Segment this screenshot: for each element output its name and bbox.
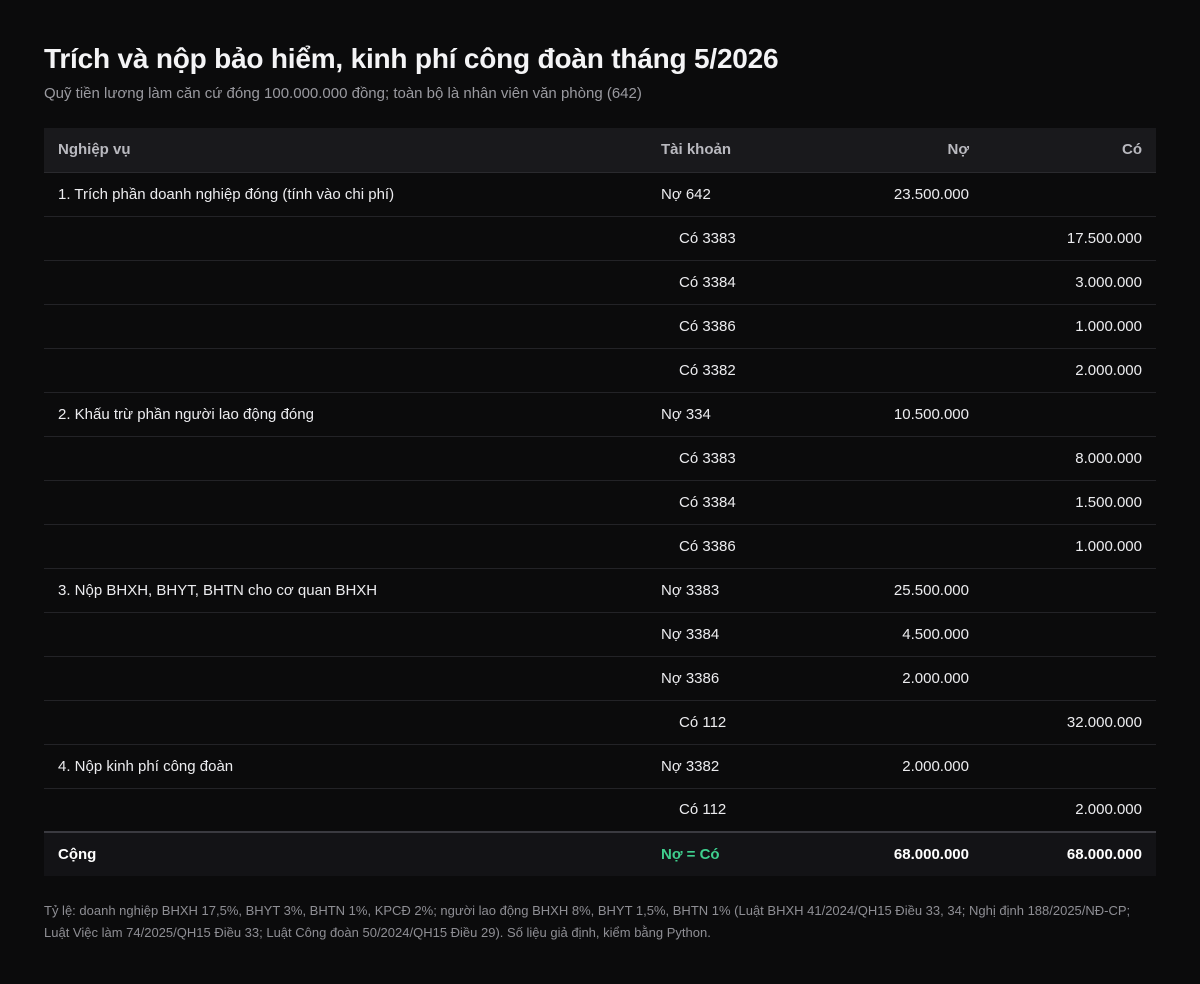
total-credit: 68.000.000 xyxy=(983,831,1156,876)
entry-account: Nợ 3383 xyxy=(647,568,787,613)
column-header-debit: Nợ xyxy=(787,128,983,173)
table-row: Có 3386 1.000.000 xyxy=(44,304,1156,349)
entry-credit-amount: 1.000.000 xyxy=(983,524,1156,569)
entry-debit-amount: 2.000.000 xyxy=(787,656,983,701)
entry-debit-amount xyxy=(787,216,983,261)
entry-description: 2. Khấu trừ phần người lao động đóng xyxy=(44,392,647,437)
entry-debit-amount xyxy=(787,524,983,569)
journal-body: 1. Trích phần doanh nghiệp đóng (tính và… xyxy=(44,172,1156,876)
entry-credit-amount xyxy=(983,172,1156,217)
entry-account: Có 3384 xyxy=(647,480,787,525)
table-row: Nợ 3384 4.500.000 xyxy=(44,612,1156,657)
entry-credit-amount: 17.500.000 xyxy=(983,216,1156,261)
entry-credit-amount: 3.000.000 xyxy=(983,260,1156,305)
entry-debit-amount xyxy=(787,436,983,481)
entry-account: Nợ 3386 xyxy=(647,656,787,701)
entry-description xyxy=(44,700,647,745)
entry-description xyxy=(44,436,647,481)
entry-description xyxy=(44,788,647,833)
entry-description xyxy=(44,656,647,701)
column-header-description: Nghiệp vụ xyxy=(44,128,647,173)
entry-account: Nợ 3382 xyxy=(647,744,787,789)
entry-description xyxy=(44,304,647,349)
table-row: Có 3383 17.500.000 xyxy=(44,216,1156,261)
table-row: Có 112 32.000.000 xyxy=(44,700,1156,745)
entry-credit-amount: 1.500.000 xyxy=(983,480,1156,525)
entry-credit-amount xyxy=(983,612,1156,657)
table-header-row: Nghiệp vụ Tài khoản Nợ Có xyxy=(44,128,1156,173)
column-header-account: Tài khoản xyxy=(647,128,787,173)
entry-credit-amount xyxy=(983,392,1156,437)
entry-debit-amount: 4.500.000 xyxy=(787,612,983,657)
total-debit: 68.000.000 xyxy=(787,831,983,876)
entry-account: Có 3383 xyxy=(647,436,787,481)
page-title: Trích và nộp bảo hiểm, kinh phí công đoà… xyxy=(44,43,779,74)
column-header-credit: Có xyxy=(983,128,1156,173)
entry-account: Nợ 3384 xyxy=(647,612,787,657)
entry-account: Có 3386 xyxy=(647,304,787,349)
entry-account: Có 3384 xyxy=(647,260,787,305)
entry-description xyxy=(44,216,647,261)
entry-credit-amount: 2.000.000 xyxy=(983,348,1156,393)
footnote: Tỷ lệ: doanh nghiệp BHXH 17,5%, BHYT 3%,… xyxy=(44,903,1131,940)
table-row: Có 112 2.000.000 xyxy=(44,788,1156,833)
entry-debit-amount xyxy=(787,700,983,745)
entry-description xyxy=(44,260,647,305)
entry-credit-amount xyxy=(983,744,1156,789)
balance-check: Nợ = Có xyxy=(647,831,787,876)
table-row: Có 3384 3.000.000 xyxy=(44,260,1156,305)
entry-description: 3. Nộp BHXH, BHYT, BHTN cho cơ quan BHXH xyxy=(44,568,647,613)
entry-account: Có 112 xyxy=(647,700,787,745)
entry-description xyxy=(44,348,647,393)
entry-account: Có 3383 xyxy=(647,216,787,261)
entry-debit-amount xyxy=(787,260,983,305)
entry-credit-amount: 32.000.000 xyxy=(983,700,1156,745)
entry-credit-amount: 2.000.000 xyxy=(983,788,1156,833)
entry-debit-amount: 25.500.000 xyxy=(787,568,983,613)
table-row: Có 3383 8.000.000 xyxy=(44,436,1156,481)
entry-account: Có 3382 xyxy=(647,348,787,393)
entry-debit-amount: 23.500.000 xyxy=(787,172,983,217)
page: Trích và nộp bảo hiểm, kinh phí công đoà… xyxy=(44,0,1156,944)
entry-credit-amount xyxy=(983,656,1156,701)
entry-account: Có 3386 xyxy=(647,524,787,569)
table-row: Có 3382 2.000.000 xyxy=(44,348,1156,393)
entry-account: Nợ 642 xyxy=(647,172,787,217)
table-row: 3. Nộp BHXH, BHYT, BHTN cho cơ quan BHXH… xyxy=(44,568,1156,613)
entry-debit-amount xyxy=(787,348,983,393)
entry-credit-amount xyxy=(983,568,1156,613)
entry-debit-amount xyxy=(787,788,983,833)
table-row: 4. Nộp kinh phí công đoàn Nợ 3382 2.000.00… xyxy=(44,744,1156,789)
entry-debit-amount: 10.500.000 xyxy=(787,392,983,437)
entry-account: Có 112 xyxy=(647,788,787,833)
table-row: 2. Khấu trừ phần người lao động đóng Nợ 3… xyxy=(44,392,1156,437)
entry-debit-amount xyxy=(787,304,983,349)
entry-credit-amount: 8.000.000 xyxy=(983,436,1156,481)
entry-account: Nợ 334 xyxy=(647,392,787,437)
total-label: Cộng xyxy=(44,831,647,876)
entry-description: 1. Trích phần doanh nghiệp đóng (tính và… xyxy=(44,172,647,217)
entry-description xyxy=(44,524,647,569)
page-subtitle: Quỹ tiền lương làm căn cứ đóng 100.000.0… xyxy=(44,85,642,102)
table-row: Có 3386 1.000.000 xyxy=(44,524,1156,569)
entry-debit-amount: 2.000.000 xyxy=(787,744,983,789)
table-row: Có 3384 1.500.000 xyxy=(44,480,1156,525)
entry-credit-amount: 1.000.000 xyxy=(983,304,1156,349)
entry-description: 4. Nộp kinh phí công đoàn xyxy=(44,744,647,789)
entry-description xyxy=(44,480,647,525)
total-row: Cộng Nợ = Có 68.000.000 68.000.000 xyxy=(44,831,1156,876)
table-row: 1. Trích phần doanh nghiệp đóng (tính và… xyxy=(44,172,1156,217)
table-row: Nợ 3386 2.000.000 xyxy=(44,656,1156,701)
journal-table: Nghiệp vụ Tài khoản Nợ Có 1. Trích phần … xyxy=(44,128,1156,876)
entry-description xyxy=(44,612,647,657)
entry-debit-amount xyxy=(787,480,983,525)
